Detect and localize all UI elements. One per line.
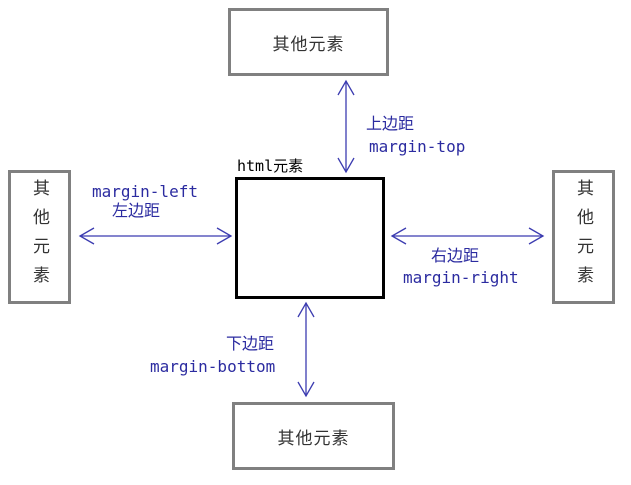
other-element-left: 其他元素 <box>8 170 71 304</box>
other-element-top-label: 其他元素 <box>272 34 345 55</box>
other-element-top: 其他元素 <box>228 8 389 76</box>
other-element-left-label: 其他元素 <box>29 179 49 295</box>
margin-bottom-label-en: margin-bottom <box>150 357 276 376</box>
margin-top-arrow <box>337 79 355 174</box>
margin-top-label-cn: 上边距 <box>366 114 415 133</box>
margin-bottom-label-cn: 下边距 <box>226 334 275 353</box>
margin-bottom-arrow <box>297 301 315 398</box>
other-element-right-label: 其他元素 <box>573 179 593 295</box>
margin-left-arrow <box>78 227 233 245</box>
html-element-box <box>235 177 385 299</box>
other-element-bottom-label: 其他元素 <box>277 428 350 449</box>
other-element-bottom: 其他元素 <box>232 402 395 470</box>
margin-right-arrow <box>390 227 545 245</box>
margin-right-label-en: margin-right <box>403 268 519 287</box>
other-element-right: 其他元素 <box>552 170 615 304</box>
margin-left-label-cn: 左边距 <box>112 201 161 220</box>
html-element-label: html元素 <box>237 157 304 175</box>
margin-right-label-cn: 右边距 <box>431 246 480 265</box>
margin-top-label-en: margin-top <box>369 137 466 156</box>
